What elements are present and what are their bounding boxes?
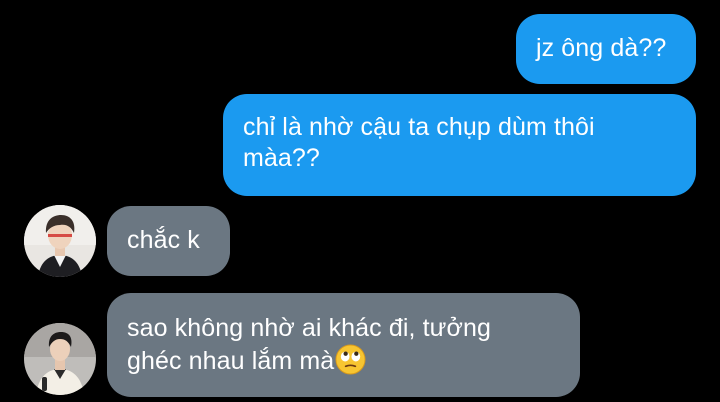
- face-with-rolling-eyes-icon: [335, 344, 366, 375]
- person-portrait-icon: [24, 323, 96, 395]
- avatar[interactable]: [24, 205, 96, 277]
- message-text: jz ông dà??: [536, 34, 667, 62]
- sent-message-bubble[interactable]: chỉ là nhờ cậu ta chụp dùm thôi màa??: [223, 94, 696, 196]
- person-portrait-icon: [24, 205, 96, 277]
- avatar[interactable]: [24, 323, 96, 395]
- message-text-line: màa??: [243, 144, 320, 172]
- message-text: ghéc nhau lắm mà: [127, 347, 335, 375]
- message-text: chắc k: [127, 226, 200, 254]
- message-text-line-with-emoji: ghéc nhau lắm mà: [127, 344, 560, 377]
- message-text-line: sao không nhờ ai khác đi, tưởng: [127, 314, 491, 342]
- received-message-bubble[interactable]: sao không nhờ ai khác đi, tưởng ghéc nha…: [107, 293, 580, 397]
- message-text-line: chỉ là nhờ cậu ta chụp dùm thôi: [243, 113, 595, 141]
- received-message-bubble[interactable]: chắc k: [107, 206, 230, 276]
- sent-message-bubble[interactable]: jz ông dà??: [516, 14, 696, 84]
- chat-thread: jz ông dà?? chỉ là nhờ cậu ta chụp dùm t…: [0, 0, 720, 402]
